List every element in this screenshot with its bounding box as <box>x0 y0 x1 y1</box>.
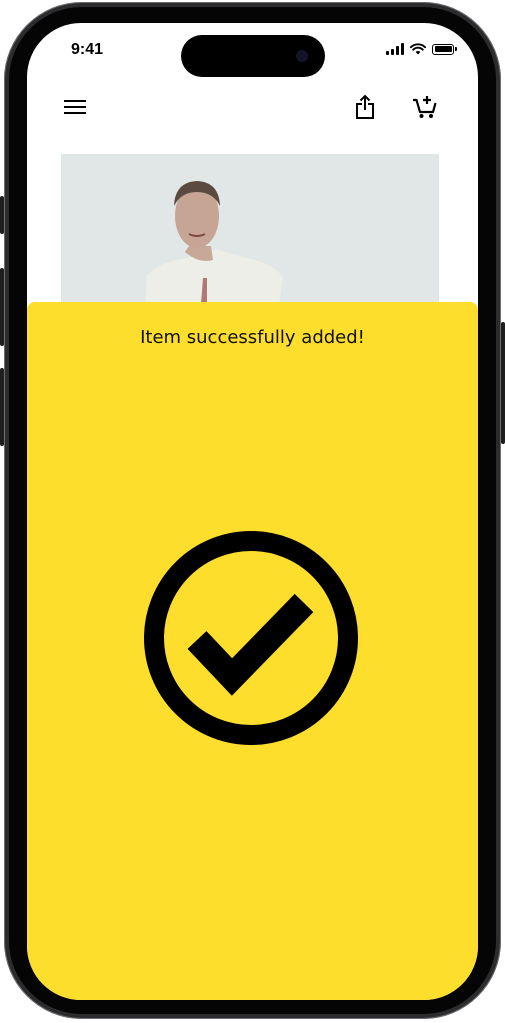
product-photo <box>61 154 439 304</box>
screen: 9:41 Item successfully added! <box>27 23 478 1000</box>
volume-up-button <box>0 268 4 346</box>
hamburger-menu-icon <box>64 100 86 114</box>
checkmark-circle-icon <box>144 531 358 745</box>
confirmation-message: Item successfully added! <box>140 327 365 348</box>
battery-icon <box>432 43 457 55</box>
cart-button[interactable] <box>410 92 440 122</box>
volume-down-button <box>0 368 4 446</box>
cart-add-icon <box>413 96 437 118</box>
status-icons <box>386 43 457 55</box>
share-icon <box>356 94 374 119</box>
signal-icon <box>386 43 404 55</box>
action-button <box>0 196 4 234</box>
power-button <box>501 322 505 444</box>
status-time: 9:41 <box>71 41 104 58</box>
wifi-icon <box>410 43 426 55</box>
front-camera <box>296 50 308 62</box>
share-button[interactable] <box>350 92 380 122</box>
confirmation-sheet: Item successfully added! <box>27 302 478 1000</box>
dynamic-island <box>181 35 325 77</box>
menu-button[interactable] <box>60 92 90 122</box>
